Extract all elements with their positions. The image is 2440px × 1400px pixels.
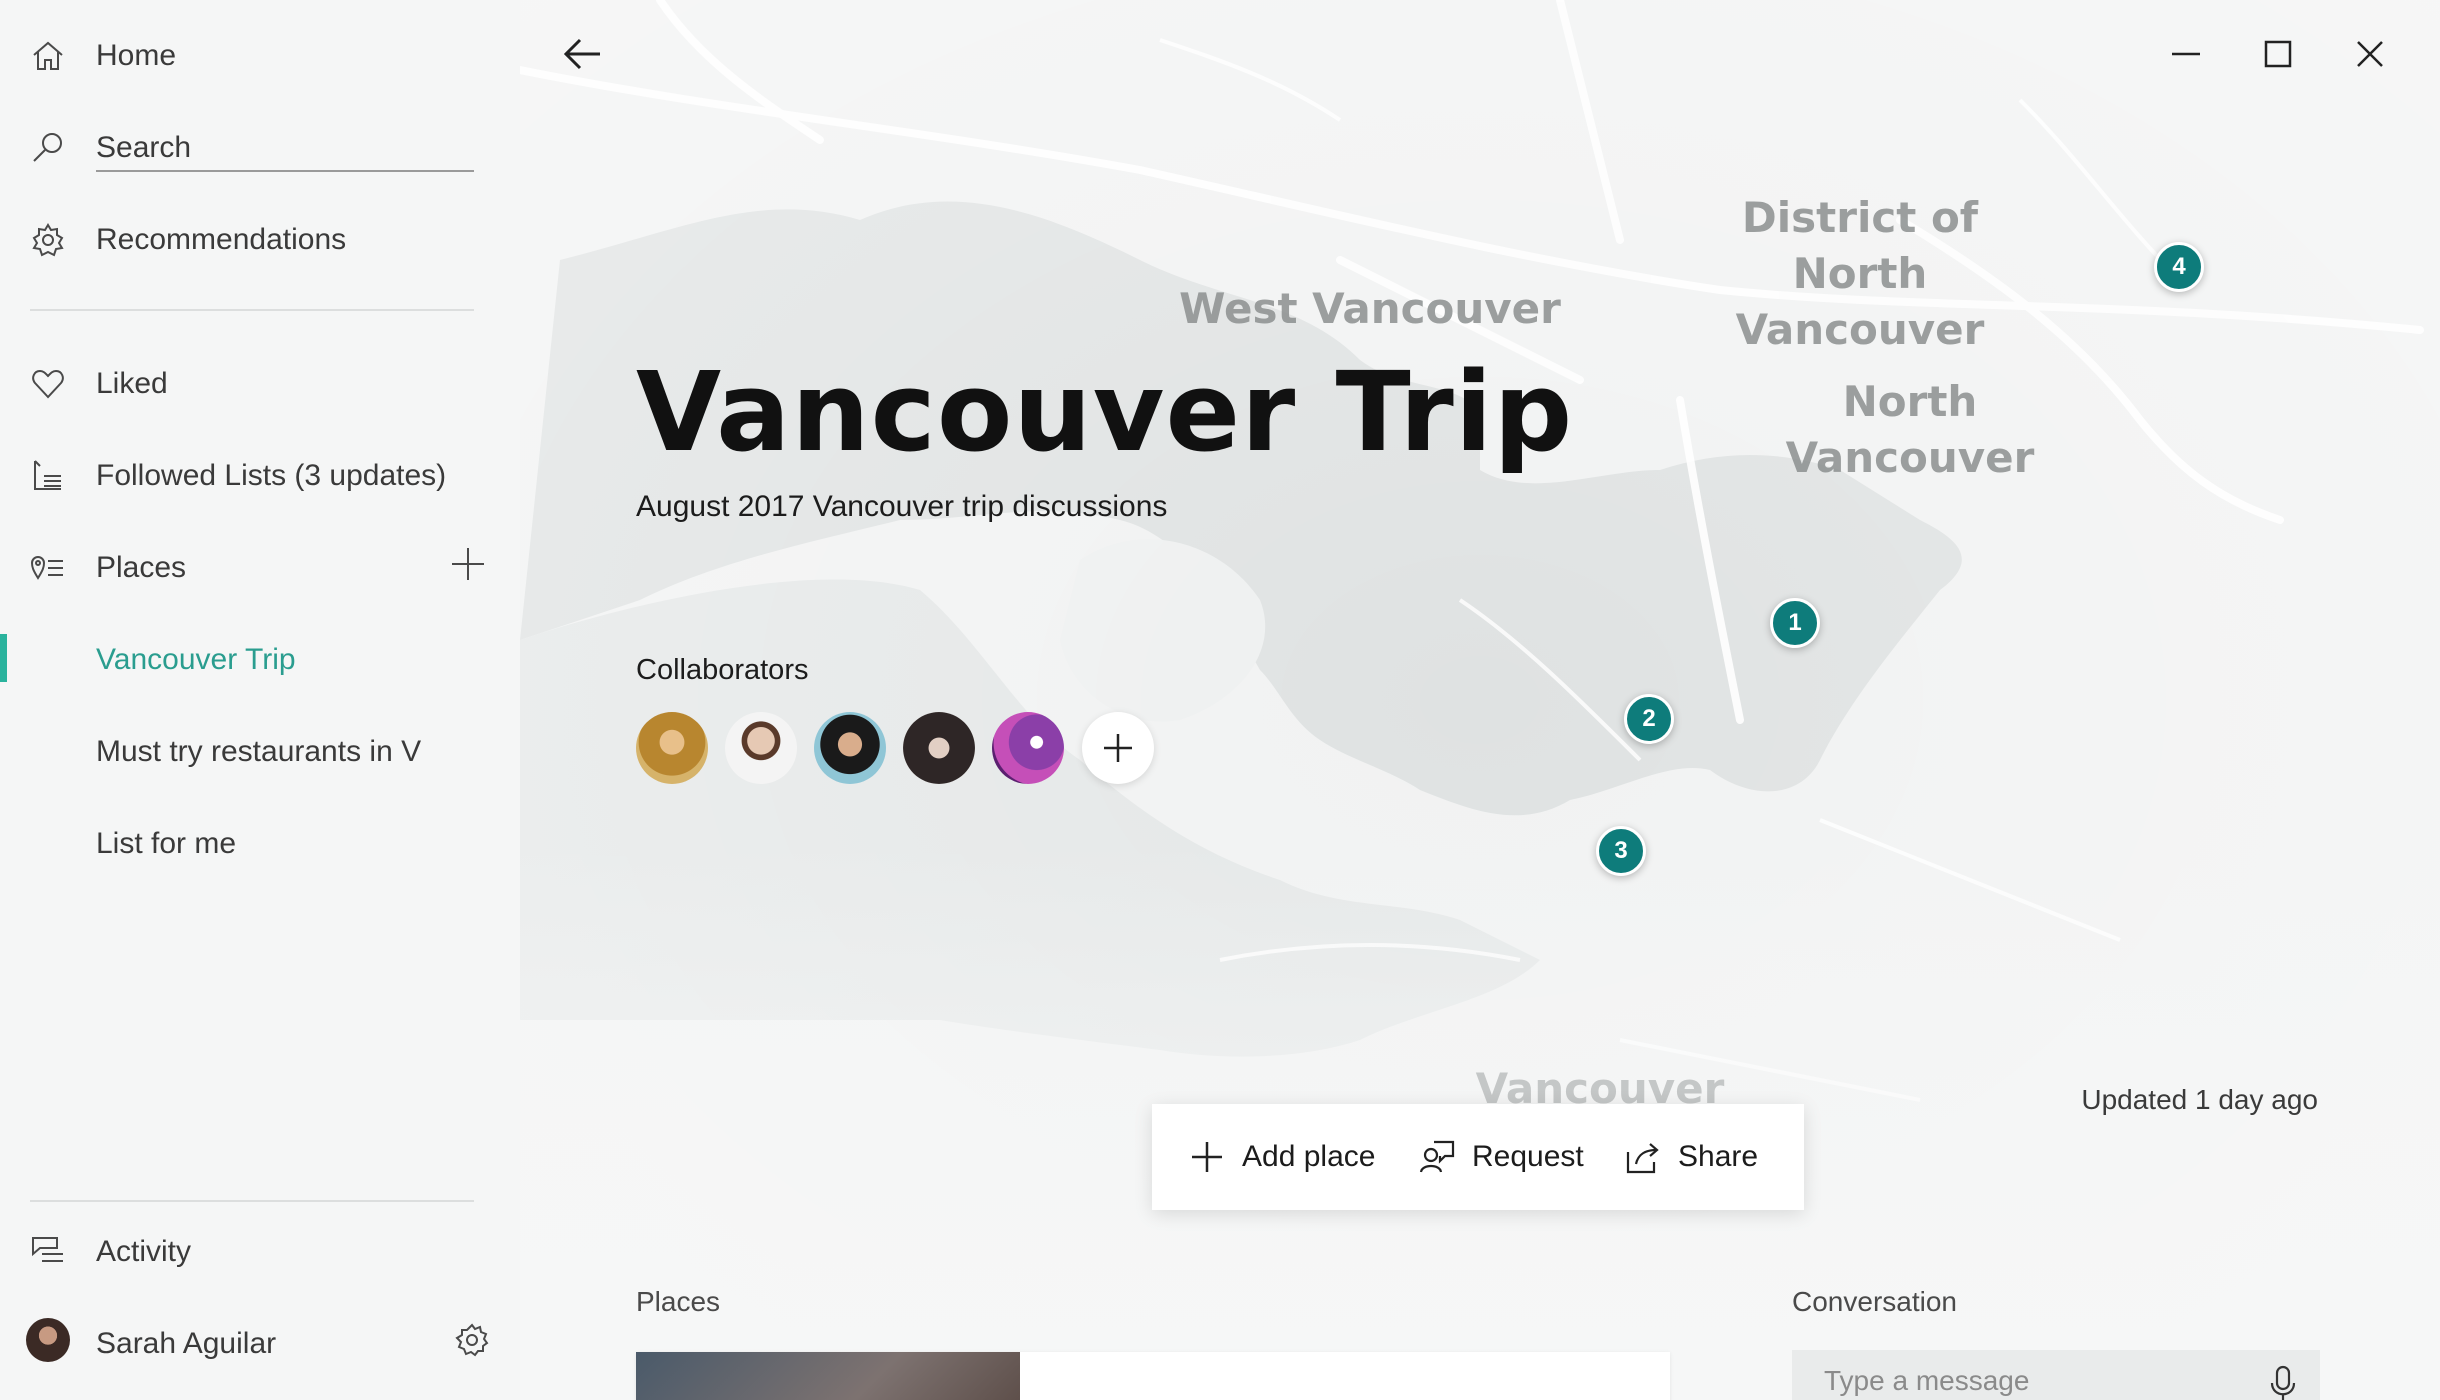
- maximize-icon[interactable]: [2256, 32, 2300, 76]
- conversation-section-label: Conversation: [1792, 1286, 1957, 1317]
- collaborators-label: Collaborators: [636, 654, 809, 686]
- home-icon: [33, 41, 63, 70]
- nav-places[interactable]: Places: [0, 522, 520, 614]
- message-input[interactable]: [1822, 1364, 2246, 1398]
- nav-liked-label: Liked: [96, 367, 168, 400]
- back-arrow-icon[interactable]: [560, 32, 604, 76]
- page-title: Vancouver Trip: [636, 348, 1574, 476]
- place-thumbnail: [636, 1352, 1020, 1400]
- sidebar-item-must-try-restaurants[interactable]: Must try restaurants in V: [0, 706, 520, 798]
- map-label-west-vancouver: West Vancouver: [1179, 284, 1561, 333]
- page-subtitle: August 2017 Vancouver trip discussions: [636, 490, 1168, 523]
- map-pin-3[interactable]: 3: [1596, 826, 1646, 876]
- map-label-line: Vancouver: [1785, 433, 2035, 482]
- map-pin-1[interactable]: 1: [1770, 598, 1820, 648]
- places-section-label: Places: [636, 1286, 721, 1317]
- user-name: Sarah Aguilar: [96, 1327, 277, 1360]
- share-button[interactable]: Share: [1624, 1104, 1758, 1210]
- nav-places-label: Places: [96, 551, 187, 584]
- nav-recommendations[interactable]: Recommendations: [0, 194, 520, 286]
- map-label-district-north-vancouver: District of North Vancouver: [1670, 190, 2050, 358]
- request-button[interactable]: Request: [1418, 1104, 1584, 1210]
- nav-search[interactable]: Search: [0, 102, 520, 194]
- list-item-label: List for me: [96, 827, 237, 860]
- nav-home[interactable]: Home: [0, 10, 520, 102]
- heart-icon: [32, 369, 64, 399]
- plus-icon: [1192, 1142, 1222, 1172]
- message-box: [1792, 1350, 2320, 1400]
- nav-followed-lists[interactable]: Followed Lists (3 updates): [0, 430, 520, 522]
- map-label-line: District of North: [1741, 193, 1979, 298]
- sidebar-divider: [30, 1200, 474, 1202]
- minimize-icon[interactable]: [2164, 32, 2208, 76]
- map-pin-4[interactable]: 4: [2154, 242, 2204, 292]
- sidebar-item-list-for-me[interactable]: List for me: [0, 798, 520, 890]
- recommendations-gear-icon: [32, 223, 64, 257]
- collaborator-avatar-1[interactable]: [636, 712, 708, 784]
- sidebar: Home Search Recommendations Liked Follow…: [0, 0, 520, 1400]
- add-place-button[interactable]: Add place: [1188, 1104, 1375, 1210]
- map-pin-2[interactable]: 2: [1624, 694, 1674, 744]
- list-item-label: Vancouver Trip: [96, 643, 296, 676]
- map-label-north-vancouver: North Vancouver: [1760, 374, 2060, 486]
- updated-timestamp: Updated 1 day ago: [2081, 1084, 2318, 1115]
- search-underline: [96, 170, 474, 172]
- user-avatar[interactable]: [26, 1318, 70, 1362]
- collaborator-avatar-5[interactable]: [992, 712, 1064, 784]
- nav-activity-label: Activity: [96, 1235, 192, 1268]
- map-label-line: Vancouver: [1735, 305, 1985, 354]
- request-icon: [1419, 1140, 1455, 1173]
- sidebar-item-vancouver-trip[interactable]: Vancouver Trip: [0, 614, 520, 706]
- plus-icon: [1104, 734, 1132, 762]
- nav-liked[interactable]: Liked: [0, 338, 520, 430]
- settings-gear-icon[interactable]: [454, 1322, 490, 1358]
- add-collaborator-button[interactable]: [1082, 712, 1154, 784]
- nav-followed-lists-label: Followed Lists (3 updates): [96, 459, 447, 492]
- add-place-label: Add place: [1242, 1140, 1376, 1173]
- collaborator-avatar-4[interactable]: [903, 712, 975, 784]
- close-icon[interactable]: [2348, 32, 2392, 76]
- search-input[interactable]: Search: [96, 131, 191, 165]
- places-list-icon: [30, 556, 63, 580]
- nav-recommendations-label: Recommendations: [96, 223, 347, 256]
- share-label: Share: [1678, 1140, 1759, 1173]
- list-item-label: Must try restaurants in V: [96, 735, 422, 768]
- sidebar-divider: [30, 309, 474, 311]
- place-card[interactable]: [636, 1352, 1670, 1400]
- map-label-line: North: [1842, 377, 1978, 426]
- nav-activity[interactable]: Activity: [0, 1206, 520, 1298]
- nav-user-profile[interactable]: Sarah Aguilar: [0, 1298, 520, 1390]
- microphone-icon[interactable]: [2268, 1364, 2298, 1400]
- collaborator-avatar-2[interactable]: [725, 712, 797, 784]
- collaborator-avatar-3[interactable]: [814, 712, 886, 784]
- add-place-list-plus-icon[interactable]: [450, 546, 486, 582]
- activity-icon: [32, 1237, 63, 1262]
- main-content: District of North Vancouver West Vancouv…: [520, 0, 2440, 1400]
- request-label: Request: [1472, 1140, 1584, 1173]
- action-toolbar: Add place Request Share: [1152, 1104, 1804, 1210]
- nav-home-label: Home: [96, 39, 177, 72]
- search-icon: [33, 133, 62, 162]
- followed-list-icon: [34, 460, 61, 490]
- share-icon: [1626, 1143, 1659, 1174]
